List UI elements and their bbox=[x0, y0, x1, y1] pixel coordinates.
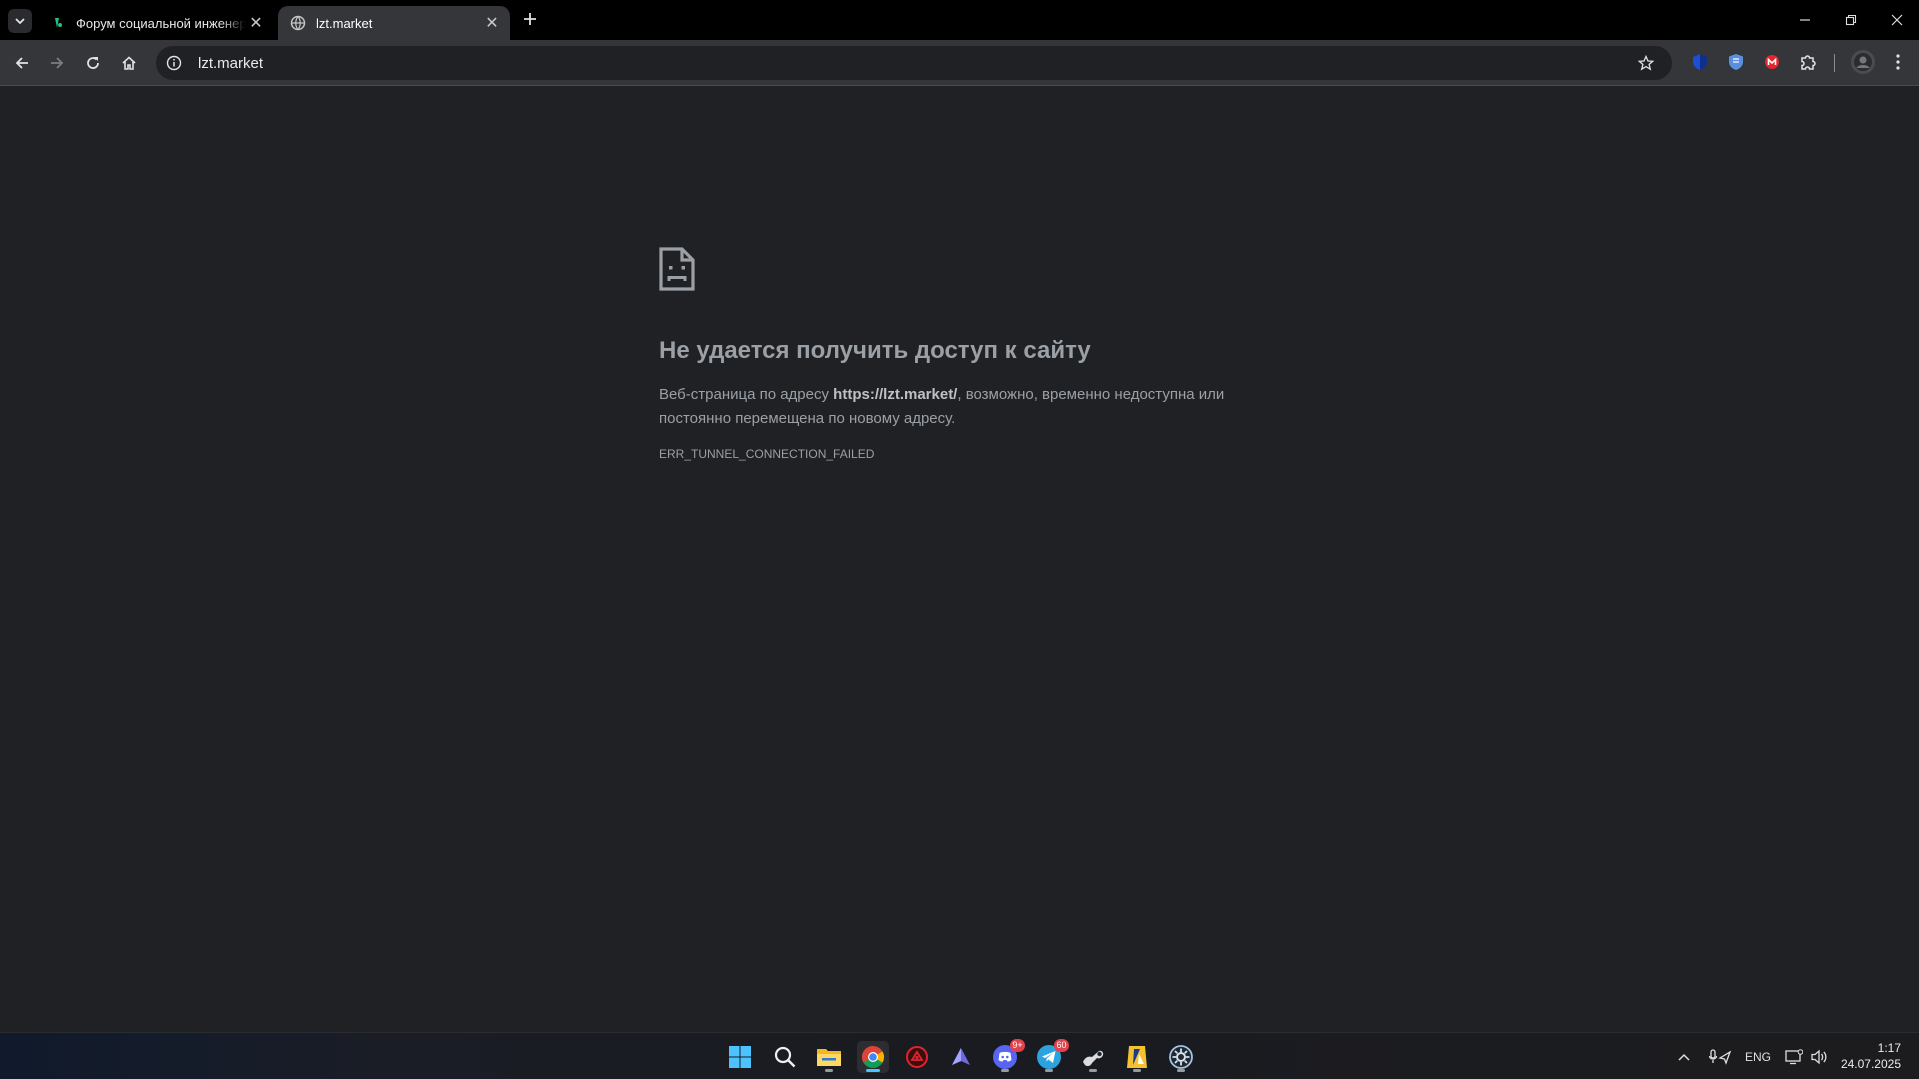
globe-icon bbox=[290, 15, 306, 31]
volume-tray[interactable] bbox=[1810, 1033, 1828, 1079]
windows-taskbar: 9+ 60 ENG 1:17 24.07.2025 bbox=[0, 1032, 1919, 1079]
forward-button[interactable] bbox=[45, 51, 69, 75]
folder-icon bbox=[817, 1049, 841, 1066]
sad-page-icon bbox=[659, 247, 695, 291]
error-title: Не удается получить доступ к сайту bbox=[659, 337, 1091, 364]
gear-app-button[interactable] bbox=[1165, 1041, 1197, 1073]
kebab-menu-icon bbox=[1896, 54, 1900, 70]
restore-button[interactable] bbox=[1839, 8, 1863, 32]
address-bar[interactable]: lzt.market bbox=[156, 46, 1672, 80]
search-icon bbox=[774, 1046, 796, 1068]
tab-strip: Форум социальной инженерии ✕ lzt.market … bbox=[0, 0, 1919, 40]
start-button[interactable] bbox=[724, 1041, 756, 1073]
chevron-down-icon bbox=[15, 18, 25, 25]
file-explorer-button[interactable] bbox=[813, 1041, 845, 1073]
tab-title: Форум социальной инженерии bbox=[76, 15, 246, 31]
yellow-app-button[interactable] bbox=[1121, 1041, 1153, 1073]
extension-red-m-icon[interactable] bbox=[1762, 52, 1782, 72]
chrome-button[interactable] bbox=[857, 1041, 889, 1073]
triangle-app-button[interactable] bbox=[945, 1041, 977, 1073]
minimize-icon bbox=[1800, 19, 1810, 21]
language-indicator[interactable]: ENG bbox=[1745, 1033, 1771, 1079]
browser-toolbar: lzt.market bbox=[0, 40, 1919, 86]
avatar-icon bbox=[1854, 53, 1872, 71]
chevron-up-icon bbox=[1678, 1053, 1690, 1061]
profile-avatar[interactable] bbox=[1851, 50, 1875, 74]
reload-icon bbox=[87, 57, 99, 69]
triangle-icon bbox=[952, 1048, 970, 1065]
error-code: ERR_TUNNEL_CONNECTION_FAILED bbox=[659, 447, 875, 461]
gear-app-icon bbox=[1169, 1045, 1193, 1069]
extension-shield-blue-icon[interactable] bbox=[1690, 52, 1710, 72]
close-icon bbox=[1891, 14, 1903, 26]
clock-time: 1:17 bbox=[1877, 1041, 1901, 1055]
back-button[interactable] bbox=[10, 51, 34, 75]
mic-location-icon bbox=[1708, 1048, 1732, 1065]
clock[interactable]: 1:17 24.07.2025 bbox=[1841, 1040, 1901, 1072]
error-description: Веб-страница по адресу https://lzt.marke… bbox=[659, 383, 1279, 431]
toolbar-divider bbox=[1834, 54, 1835, 72]
extension-bitwarden-icon[interactable] bbox=[1726, 52, 1746, 72]
running-indicator bbox=[1133, 1069, 1141, 1072]
extensions-puzzle-icon[interactable] bbox=[1798, 52, 1818, 72]
yellow-app-icon bbox=[1127, 1046, 1147, 1068]
tray-overflow-button[interactable] bbox=[1677, 1033, 1691, 1079]
minimize-button[interactable] bbox=[1793, 8, 1817, 32]
running-indicator bbox=[825, 1069, 833, 1072]
running-indicator bbox=[1089, 1069, 1097, 1072]
close-window-button[interactable] bbox=[1885, 8, 1909, 32]
running-indicator bbox=[1045, 1069, 1053, 1072]
tab-lzt-market[interactable]: lzt.market ✕ bbox=[278, 6, 510, 40]
discord-button[interactable]: 9+ bbox=[989, 1039, 1025, 1073]
search-button[interactable] bbox=[769, 1041, 801, 1073]
tab-forum[interactable]: Форум социальной инженерии ✕ bbox=[38, 6, 274, 40]
close-tab-icon[interactable]: ✕ bbox=[246, 13, 266, 33]
red-circle-app-button[interactable] bbox=[901, 1041, 933, 1073]
home-icon bbox=[122, 56, 136, 70]
site-info-icon[interactable] bbox=[164, 53, 184, 73]
screen: Форум социальной инженерии ✕ lzt.market … bbox=[0, 0, 1919, 1079]
reload-button[interactable] bbox=[81, 51, 105, 75]
steam-button[interactable] bbox=[1077, 1041, 1109, 1073]
mic-location-tray[interactable] bbox=[1708, 1033, 1732, 1079]
new-tab-button[interactable] bbox=[520, 9, 540, 29]
network-tray[interactable] bbox=[1785, 1033, 1803, 1079]
running-indicator bbox=[1177, 1069, 1185, 1072]
error-page: Не удается получить доступ к сайту Веб-с… bbox=[0, 87, 1919, 1032]
close-tab-icon[interactable]: ✕ bbox=[482, 13, 502, 33]
red-circle-icon bbox=[906, 1046, 928, 1068]
bookmark-star-icon[interactable] bbox=[1636, 53, 1656, 73]
error-description-prefix: Веб-страница по адресу bbox=[659, 386, 834, 403]
steam-icon bbox=[1083, 1050, 1104, 1067]
tab-title: lzt.market bbox=[316, 15, 373, 31]
error-url: https://lzt.market/ bbox=[833, 386, 958, 403]
url-text[interactable]: lzt.market bbox=[198, 55, 263, 72]
tab-search-button[interactable] bbox=[8, 9, 32, 33]
discord-badge: 9+ bbox=[1010, 1039, 1025, 1052]
active-indicator bbox=[866, 1069, 880, 1072]
chrome-icon bbox=[862, 1046, 884, 1068]
windows-icon bbox=[729, 1046, 751, 1068]
network-icon bbox=[1785, 1048, 1803, 1064]
telegram-button[interactable]: 60 bbox=[1033, 1039, 1069, 1073]
lolz-favicon-icon bbox=[50, 15, 66, 31]
restore-icon bbox=[1845, 14, 1857, 26]
home-button[interactable] bbox=[117, 51, 141, 75]
speaker-icon bbox=[1811, 1049, 1827, 1064]
browser-menu-button[interactable] bbox=[1888, 52, 1908, 72]
arrow-right-icon bbox=[51, 57, 64, 69]
clock-date: 24.07.2025 bbox=[1840, 1057, 1901, 1071]
arrow-left-icon bbox=[15, 57, 28, 69]
telegram-badge: 60 bbox=[1054, 1039, 1069, 1052]
plus-icon bbox=[524, 13, 536, 25]
running-indicator bbox=[1001, 1069, 1009, 1072]
